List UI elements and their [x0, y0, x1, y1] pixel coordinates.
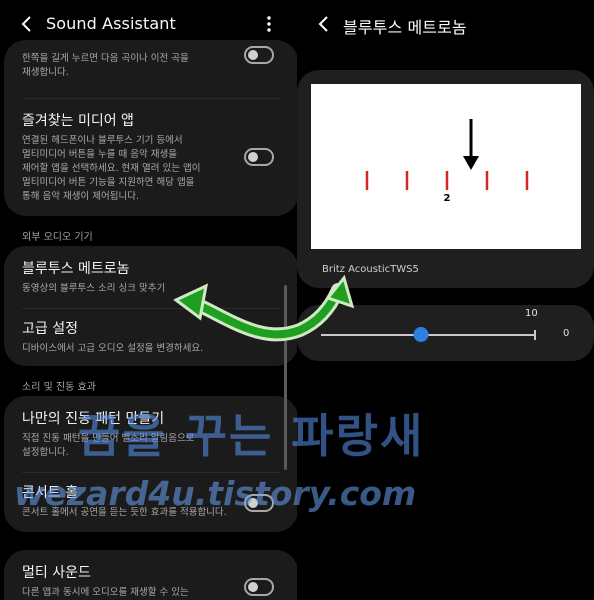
my-vibration-pattern-item[interactable]: 나만의 진동 패턴 만들기 직접 진동 패턴을 만들어 벨소리 알림음으로 설정…	[22, 410, 280, 460]
concert-hall-item[interactable]: 콘서트 홀 콘서트 홀에서 공연을 듣는 듯한 효과를 적용합니다.	[22, 484, 246, 520]
down-arrow-head	[463, 156, 479, 170]
concert-hall-toggle[interactable]	[244, 494, 274, 512]
chevron-left-icon[interactable]	[16, 14, 36, 34]
metronome-graphic: 2	[365, 119, 529, 204]
concert-hall-title: 콘서트 홀	[22, 485, 78, 501]
page-title: 블루투스 메트로놈	[343, 18, 467, 37]
settings-card-4: 멀티 사운드 다른 앱과 동시에 오디오를 재생할 수 있는	[4, 550, 297, 600]
toggle-knob	[248, 50, 258, 60]
partially-visible-item[interactable]: 한쪽을 길게 누르면 다음 곡이나 이전 곡을 재생합니다.	[22, 52, 246, 80]
partial-item-toggle[interactable]	[244, 46, 274, 64]
settings-card-3: 나만의 진동 패턴 만들기 직접 진동 패턴을 만들어 벨소리 알림음으로 설정…	[4, 396, 297, 532]
favorite-media-app-toggle[interactable]	[244, 148, 274, 166]
slider-max-label: 10	[525, 308, 538, 319]
bluetooth-metronome-title: 블루투스 메트로놈	[22, 261, 130, 277]
favorite-media-app-title: 즐겨찾는 미디어 앱	[22, 113, 134, 129]
settings-card-2: 블루투스 메트로놈 동영상의 블루투스 소리 싱크 맞추기 고급 설정 디바이스…	[4, 246, 297, 366]
divider	[22, 308, 280, 309]
multi-sound-toggle[interactable]	[244, 578, 274, 596]
multi-sound-item[interactable]: 멀티 사운드 다른 앱과 동시에 오디오를 재생할 수 있는	[22, 564, 246, 600]
advanced-settings-item[interactable]: 고급 설정 디바이스에서 고급 오디오 설정을 변경하세요.	[22, 320, 280, 356]
multi-sound-desc: 다른 앱과 동시에 오디오를 재생할 수 있는	[22, 587, 189, 598]
settings-card-1: 한쪽을 길게 누르면 다음 곡이나 이전 곡을 재생합니다. 즐겨찾는 미디어 …	[4, 40, 297, 216]
favorite-media-app-desc: 연결된 헤드폰이나 블루투스 기기 등에서 멀티미디어 버튼을 누를 때 음악 …	[22, 135, 201, 202]
my-vibration-title: 나만의 진동 패턴 만들기	[22, 411, 165, 427]
bluetooth-metronome-item[interactable]: 블루투스 메트로놈 동영상의 블루투스 소리 싱크 맞추기	[22, 260, 280, 296]
divider	[22, 472, 280, 473]
page-title: Sound Assistant	[46, 14, 176, 33]
multi-sound-title: 멀티 사운드	[22, 565, 91, 581]
bluetooth-metronome-screen: 블루투스 메트로놈 2 Britz AcousticTWS5 10 0	[297, 0, 594, 600]
toggle-knob	[248, 498, 258, 508]
metronome-marker-label: 2	[444, 193, 451, 204]
metronome-preview: 2	[311, 84, 581, 249]
toggle-knob	[248, 582, 258, 592]
sound-assistant-screen: Sound Assistant 한쪽을 길게 누르면 다음 곡이나 이전 곡을 …	[0, 0, 297, 600]
right-app-bar: 블루투스 메트로놈	[297, 0, 594, 48]
section-external-audio: 외부 오디오 기기	[22, 232, 93, 243]
slider-thumb[interactable]	[413, 327, 429, 342]
favorite-media-app-item[interactable]: 즐겨찾는 미디어 앱 연결된 헤드폰이나 블루투스 기기 등에서 멀티미디어 버…	[22, 112, 246, 204]
more-vertical-icon[interactable]	[259, 14, 279, 34]
advanced-settings-desc: 디바이스에서 고급 오디오 설정을 변경하세요.	[22, 343, 204, 354]
chevron-left-icon[interactable]	[313, 14, 333, 34]
concert-hall-desc: 콘서트 홀에서 공연을 듣는 듯한 효과를 적용합니다.	[22, 507, 227, 518]
slider-value-label: 0	[563, 328, 570, 339]
sync-slider-card: 10 0	[297, 305, 594, 361]
partial-item-desc: 한쪽을 길게 누르면 다음 곡이나 이전 곡을 재생합니다.	[22, 53, 189, 78]
section-sound-effects: 소리 및 진동 효과	[22, 382, 96, 393]
device-name: Britz AcousticTWS5	[322, 264, 419, 275]
slider-end-tick	[534, 330, 536, 340]
metronome-card: 2 Britz AcousticTWS5	[297, 70, 594, 288]
divider	[22, 98, 280, 99]
scrollbar[interactable]	[284, 285, 287, 470]
advanced-settings-title: 고급 설정	[22, 321, 78, 337]
my-vibration-desc: 직접 진동 패턴을 만들어 벨소리 알림음으로 설정합니다.	[22, 433, 195, 458]
toggle-knob	[248, 152, 258, 162]
bluetooth-metronome-desc: 동영상의 블루투스 소리 싱크 맞추기	[22, 283, 166, 294]
